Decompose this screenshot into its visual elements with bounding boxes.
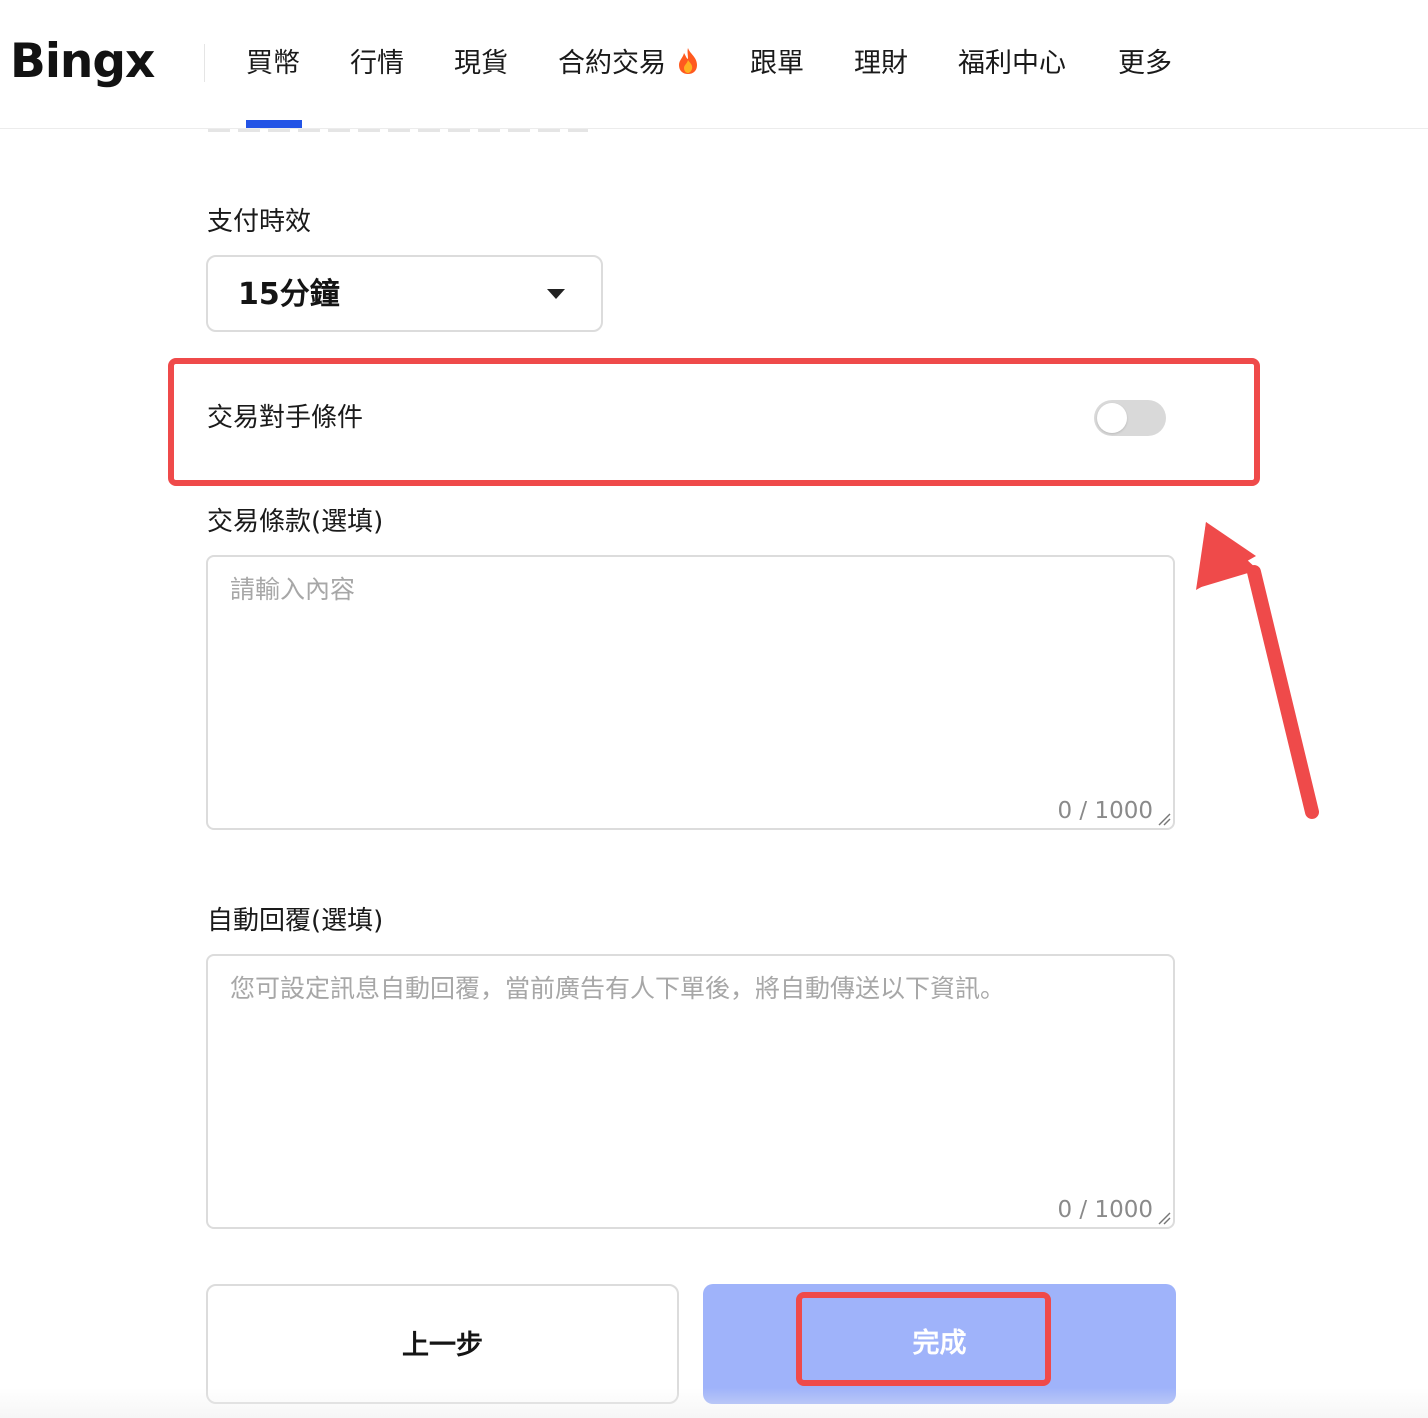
resize-handle-icon[interactable] — [1157, 812, 1171, 826]
active-nav-indicator — [246, 120, 302, 128]
trade-terms-textarea[interactable]: 請輸入內容 0 / 1000 — [206, 555, 1175, 830]
resize-handle-icon[interactable] — [1157, 1211, 1171, 1225]
auto-reply-textarea[interactable]: 您可設定訊息自動回覆，當前廣告有人下單後，將自動傳送以下資訊。 0 / 1000 — [206, 954, 1175, 1229]
payment-time-select[interactable]: 15分鐘 — [206, 255, 603, 332]
nav-item-markets[interactable]: 行情 — [350, 44, 404, 84]
annotation-arrow-icon — [1196, 522, 1319, 819]
top-navigation: Bingx 買幣 行情 現貨 合約交易 跟單 理財 福利中心 更多 — [0, 0, 1428, 129]
caret-down-icon — [547, 289, 565, 299]
nav-item-futures[interactable]: 合約交易 — [558, 44, 701, 84]
previous-step-label: 上一步 — [402, 1330, 483, 1361]
fire-icon — [678, 48, 697, 74]
bingx-logo[interactable]: Bingx — [10, 34, 155, 90]
nav-item-rewards[interactable]: 福利中心 — [958, 44, 1066, 84]
trade-terms-placeholder: 請輸入內容 — [230, 575, 356, 604]
trade-terms-label: 交易條款(選填) — [207, 507, 384, 537]
annotation-highlight-box — [168, 358, 1260, 486]
auto-reply-char-counter: 0 / 1000 — [1057, 1197, 1153, 1223]
annotation-done-highlight — [796, 1292, 1051, 1386]
nav-item-spot[interactable]: 現貨 — [454, 44, 508, 84]
previous-step-button[interactable]: 上一步 — [206, 1284, 679, 1404]
trade-terms-char-counter: 0 / 1000 — [1057, 798, 1153, 824]
nav-item-futures-label: 合約交易 — [558, 48, 666, 79]
payment-time-value: 15分鐘 — [238, 277, 340, 312]
auto-reply-label: 自動回覆(選填) — [207, 906, 384, 936]
nav-item-more[interactable]: 更多 — [1118, 44, 1172, 84]
nav-divider — [204, 44, 205, 82]
nav-item-buy-crypto[interactable]: 買幣 — [246, 44, 300, 84]
auto-reply-placeholder: 您可設定訊息自動回覆，當前廣告有人下單後，將自動傳送以下資訊。 — [230, 974, 1006, 1003]
nav-item-wealth[interactable]: 理財 — [854, 44, 908, 84]
nav-item-copy-trading[interactable]: 跟單 — [750, 44, 804, 84]
payment-time-label: 支付時效 — [207, 207, 312, 237]
